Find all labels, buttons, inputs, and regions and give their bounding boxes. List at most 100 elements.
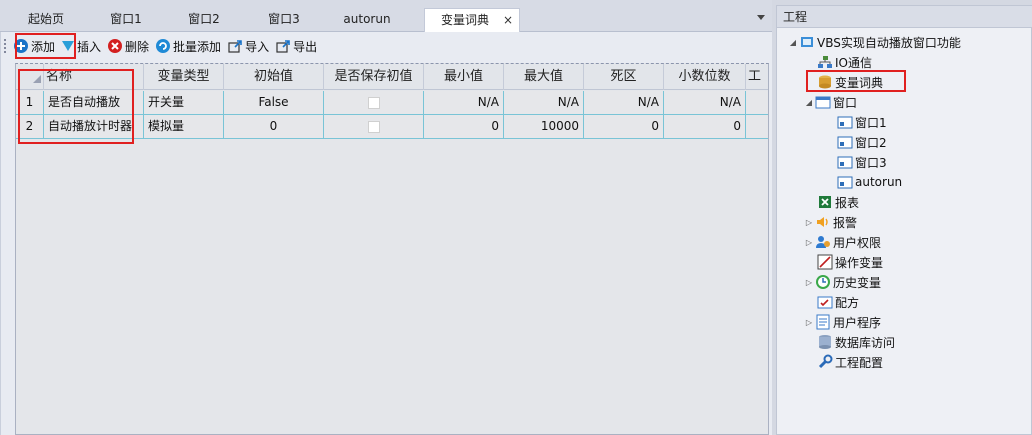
column-header-name[interactable]: 名称 (44, 64, 144, 90)
cell-deadband[interactable]: 0 (584, 115, 664, 138)
cell-max[interactable]: 10000 (504, 115, 584, 138)
cell-name[interactable]: 自动播放计时器 (44, 115, 144, 138)
batch-add-icon (156, 39, 171, 53)
tree-item-io[interactable]: IO通信 (817, 52, 872, 72)
row-index: 2 (16, 115, 44, 138)
tree-item-history-variables[interactable]: ▷ 历史变量 (803, 272, 881, 292)
tree-root[interactable]: ◢ VBS实现自动播放窗口功能 (787, 32, 961, 52)
save-initial-checkbox[interactable] (367, 120, 380, 133)
cell-min[interactable]: 0 (424, 115, 504, 138)
code-file-icon (816, 314, 830, 330)
import-button[interactable]: 导入 (225, 35, 271, 57)
tree-item-user-permissions[interactable]: ▷ 用户权限 (803, 232, 881, 252)
cell-deadband[interactable]: N/A (584, 91, 664, 114)
tab-dropdown-icon[interactable] (756, 12, 766, 22)
window-page-icon (837, 156, 853, 169)
column-header-min[interactable]: 最小值 (424, 64, 504, 90)
cell-type[interactable]: 模拟量 (144, 115, 224, 138)
tree-item-label: 历史变量 (833, 275, 882, 290)
speaker-icon (817, 217, 828, 227)
tab-label: autorun (343, 12, 391, 26)
cell-initial-value[interactable]: 0 (224, 115, 324, 138)
tree-item-window1[interactable]: 窗口1 (837, 112, 887, 132)
column-header-decimals[interactable]: 小数位数 (664, 64, 746, 90)
tree-item-label: 用户权限 (833, 235, 882, 250)
tab-label: 起始页 (27, 12, 64, 26)
delete-button-label: 删除 (125, 39, 150, 54)
tree-item-alarm[interactable]: ▷ 报警 (803, 212, 857, 232)
collapsed-arrow-icon[interactable]: ▷ (803, 218, 815, 227)
expanded-arrow-icon[interactable]: ◢ (787, 38, 799, 47)
tree-item-operation-variables[interactable]: 操作变量 (817, 252, 883, 272)
cell-truncated[interactable] (746, 91, 768, 114)
tab-close-icon[interactable]: × (503, 9, 513, 31)
cell-min[interactable]: N/A (424, 91, 504, 114)
tab-window1[interactable]: 窗口1 (92, 8, 160, 32)
history-clock-icon (816, 275, 830, 289)
import-button-label: 导入 (245, 39, 270, 54)
tree-item-database-access[interactable]: 数据库访问 (817, 332, 895, 352)
batch-add-button-label: 批量添加 (173, 39, 222, 54)
cell-save-initial (324, 115, 424, 138)
tree-item-window2[interactable]: 窗口2 (837, 132, 887, 152)
tree-item-recipe[interactable]: 配方 (817, 292, 859, 312)
cell-decimals[interactable]: N/A (664, 91, 746, 114)
tree-item-window3[interactable]: 窗口3 (837, 152, 887, 172)
add-icon (14, 39, 28, 53)
tab-window2[interactable]: 窗口2 (170, 8, 238, 32)
column-header-save-initial[interactable]: 是否保存初值 (324, 64, 424, 90)
tab-window3[interactable]: 窗口3 (250, 8, 318, 32)
save-initial-checkbox[interactable] (367, 96, 380, 109)
table-row[interactable]: 1 是否自动播放 开关量 False N/A N/A N/A N/A (16, 91, 768, 115)
cell-type[interactable]: 开关量 (144, 91, 224, 114)
database-icon (819, 75, 831, 89)
cell-truncated[interactable] (746, 115, 768, 138)
tree-item-label: 窗口2 (855, 135, 887, 150)
users-icon (816, 236, 830, 248)
tree-item-report[interactable]: 报表 (817, 192, 859, 212)
toolbar: 添加 插入 删除 批量添加 导入 导出 (11, 35, 321, 57)
tab-start-page[interactable]: 起始页 (14, 8, 78, 32)
export-button[interactable]: 导出 (273, 35, 319, 57)
tab-label: 窗口1 (110, 12, 142, 26)
tree-item-variable-dictionary[interactable]: 变量词典 (817, 72, 883, 92)
project-panel-title: 工程 (777, 6, 1032, 28)
batch-add-button[interactable]: 批量添加 (153, 35, 223, 57)
variable-dictionary-editor: 添加 插入 删除 批量添加 导入 导出 名称 变量类型 初始值 是否保存初值 最… (0, 32, 772, 435)
tab-variable-dictionary[interactable]: 变量词典 × (424, 8, 520, 33)
expanded-arrow-icon[interactable]: ◢ (803, 98, 815, 107)
tree-item-autorun[interactable]: autorun (837, 172, 902, 192)
collapsed-arrow-icon[interactable]: ▷ (803, 238, 815, 247)
column-header-deadband[interactable]: 死区 (584, 64, 664, 90)
cell-initial-value[interactable]: False (224, 91, 324, 114)
tab-label: 变量词典 (440, 13, 489, 27)
add-button-label: 添加 (31, 39, 56, 54)
toolbar-grip[interactable] (3, 38, 7, 54)
tree-item-project-config[interactable]: 工程配置 (817, 352, 883, 372)
column-header-type[interactable]: 变量类型 (144, 64, 224, 90)
tree-item-label: 窗口1 (855, 115, 887, 130)
column-header-initial-value[interactable]: 初始值 (224, 64, 324, 90)
tree-item-window[interactable]: ◢ 窗口 (803, 92, 857, 112)
document-tab-strip: 起始页 窗口1 窗口2 窗口3 autorun 变量词典 × (0, 0, 772, 33)
export-button-label: 导出 (293, 39, 318, 54)
tree-item-label: 报警 (833, 215, 858, 230)
column-header-truncated[interactable]: 工 (746, 64, 768, 90)
cell-max[interactable]: N/A (504, 91, 584, 114)
wrench-icon (818, 354, 833, 369)
delete-button[interactable]: 删除 (105, 35, 151, 57)
collapsed-arrow-icon[interactable]: ▷ (803, 278, 815, 287)
network-icon (818, 56, 832, 68)
tree-item-user-program[interactable]: ▷ 用户程序 (803, 312, 881, 332)
column-header-max[interactable]: 最大值 (504, 64, 584, 90)
table-row[interactable]: 2 自动播放计时器 模拟量 0 0 10000 0 0 (16, 115, 768, 139)
cell-decimals[interactable]: 0 (664, 115, 746, 138)
add-button[interactable]: 添加 (11, 35, 57, 57)
insert-button-label: 插入 (77, 39, 102, 54)
cell-name[interactable]: 是否自动播放 (44, 91, 144, 114)
tab-autorun[interactable]: autorun (330, 8, 404, 32)
collapsed-arrow-icon[interactable]: ▷ (803, 318, 815, 327)
recipe-icon (817, 296, 833, 309)
select-all-triangle-icon[interactable] (33, 75, 41, 83)
insert-button[interactable]: 插入 (59, 35, 103, 57)
